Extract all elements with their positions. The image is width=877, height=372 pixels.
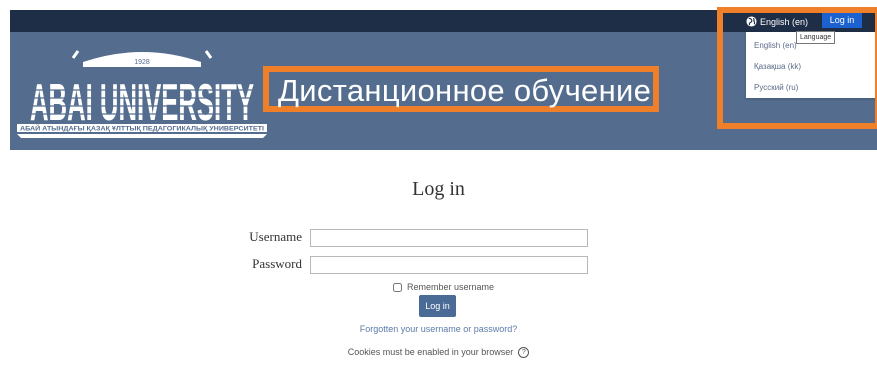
remember-username-label: Remember username <box>407 282 495 292</box>
university-logo: 1928 ABAI UNIVERSITY АБАЙ АТЫНДАҒЫ ҚАЗАҚ… <box>17 50 267 138</box>
username-input[interactable] <box>310 229 588 247</box>
remember-username-checkbox[interactable] <box>393 282 402 292</box>
cookies-notice: Cookies must be enabled in your browser? <box>0 347 877 359</box>
remember-username-row[interactable]: Remember username <box>393 282 494 292</box>
login-submit-button[interactable]: Log in <box>419 295 456 317</box>
logo-subtitle: АБАЙ АТЫНДАҒЫ ҚАЗАҚ ҰЛТТЫҚ ПЕДАГОГИКАЛЫҚ… <box>20 125 264 133</box>
login-heading: Log in <box>412 178 465 200</box>
language-highlight-frame <box>717 7 877 129</box>
forgot-link-row: Forgotten your username or password? <box>0 324 877 334</box>
logo-wordmark: ABAI UNIVERSITY <box>30 74 254 132</box>
cookies-text: Cookies must be enabled in your browser <box>347 347 514 357</box>
help-icon[interactable]: ? <box>518 347 530 359</box>
logo-year: 1928 <box>134 59 150 66</box>
forgot-password-link[interactable]: Forgotten your username or password? <box>360 324 518 334</box>
password-input[interactable] <box>310 256 588 274</box>
password-label: Password <box>252 256 302 271</box>
username-label: Username <box>249 229 302 244</box>
page-title: Дистанционное обучение <box>278 73 652 108</box>
